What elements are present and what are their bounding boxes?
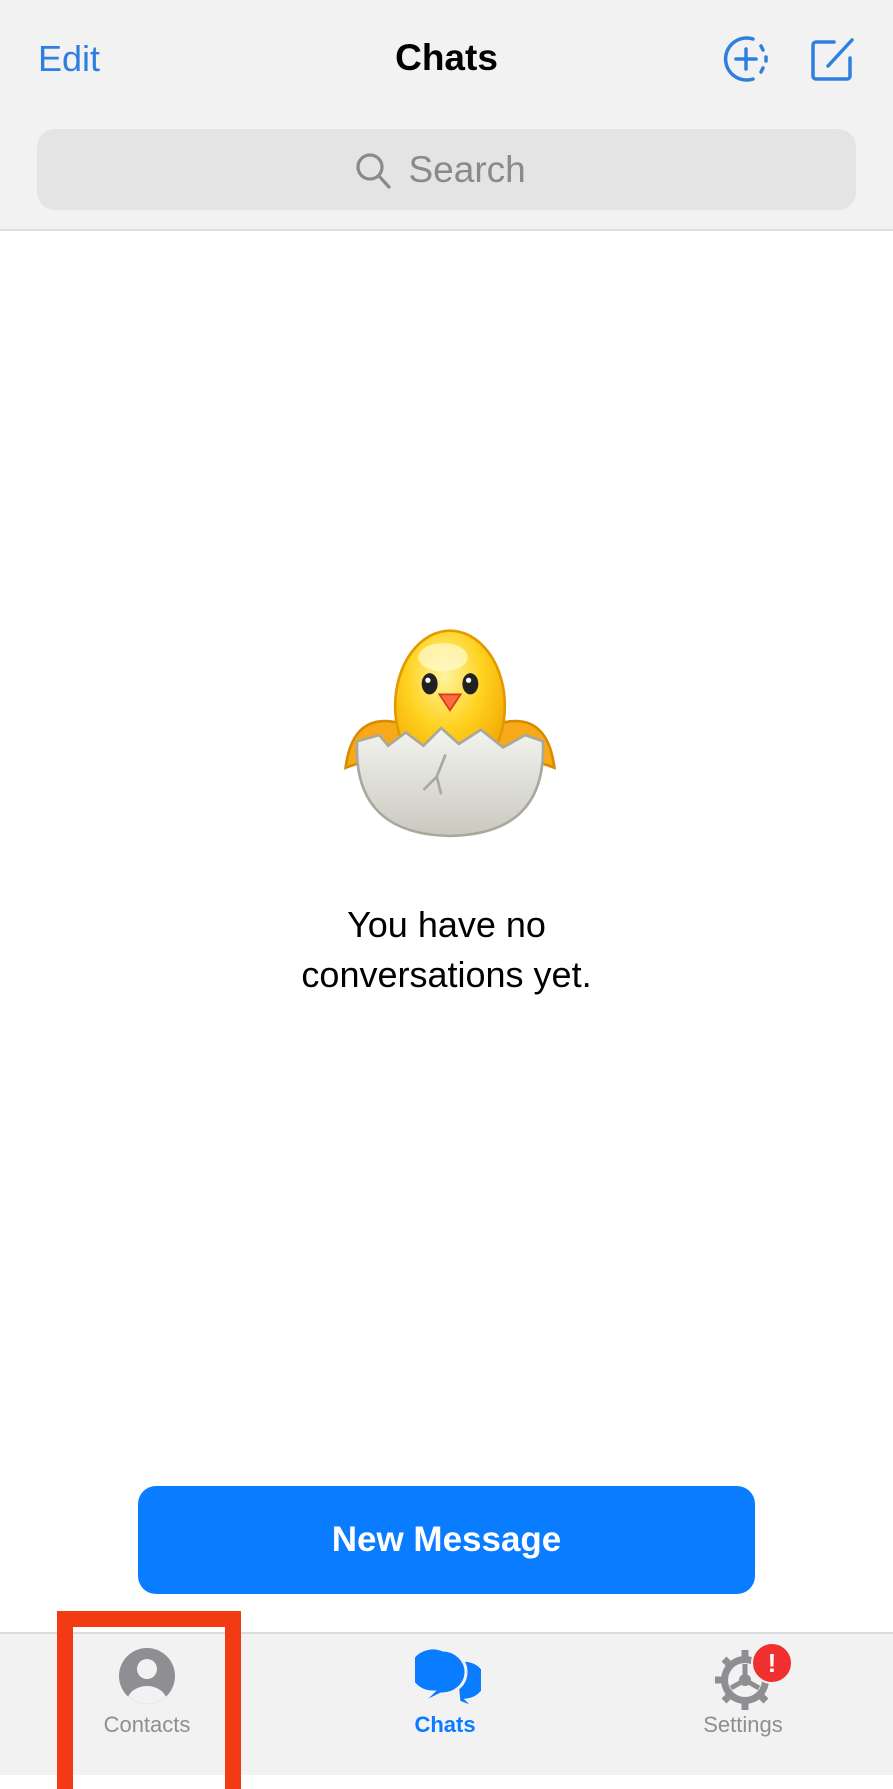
contacts-highlight-box	[57, 1611, 241, 1789]
tab-label: Chats	[414, 1712, 476, 1737]
empty-state-line-1: You have no	[347, 904, 546, 945]
empty-state-message: You have no conversations yet.	[0, 900, 893, 1000]
empty-state-line-2: conversations yet.	[301, 954, 592, 995]
chat-bubbles-icon	[415, 1646, 481, 1710]
compose-button[interactable]	[808, 34, 858, 84]
navigation-header: Edit Chats	[0, 0, 893, 231]
search-bar[interactable]	[37, 129, 856, 210]
tab-chats[interactable]: Chats	[345, 1634, 545, 1775]
hatching-chick-icon	[344, 629, 556, 838]
settings-badge: !	[751, 1642, 793, 1684]
circle-plus-dashed-icon	[723, 36, 768, 82]
tab-settings[interactable]: ! Settings	[643, 1634, 843, 1775]
compose-icon	[811, 38, 854, 81]
search-icon	[355, 152, 391, 189]
new-message-button[interactable]: New Message	[138, 1486, 755, 1594]
search-input[interactable]	[406, 147, 541, 192]
new-story-button[interactable]	[721, 34, 771, 84]
tab-label: Settings	[703, 1712, 783, 1737]
